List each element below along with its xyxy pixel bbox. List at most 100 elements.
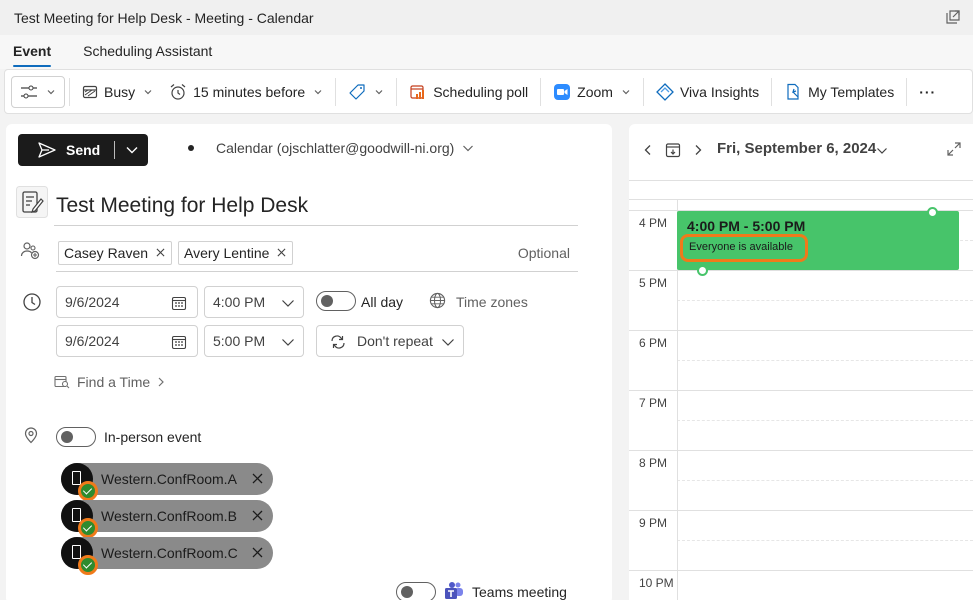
- toolbar-divider: [69, 77, 70, 106]
- globe-icon[interactable]: [429, 292, 446, 309]
- close-icon[interactable]: [252, 473, 263, 484]
- categorize-button[interactable]: [340, 76, 392, 108]
- optional-attendees-link[interactable]: Optional: [518, 245, 570, 261]
- chevron-down-icon: [47, 89, 55, 94]
- alarm-clock-icon: [170, 83, 186, 100]
- calendar-picker[interactable]: Calendar (ojschlatter@goodwill-ni.org): [188, 140, 474, 156]
- repeat-value: Don't repeat: [357, 333, 433, 349]
- location-pin-icon: [24, 427, 38, 444]
- more-options-button[interactable]: ···: [911, 76, 944, 108]
- window-title: Test Meeting for Help Desk - Meeting - C…: [14, 9, 314, 26]
- start-date-field[interactable]: 9/6/2024: [56, 286, 198, 318]
- send-options-button[interactable]: [115, 134, 148, 166]
- room-chip[interactable]: Western.ConfRoom.C: [61, 537, 273, 575]
- busy-button[interactable]: Busy: [74, 76, 161, 108]
- door-icon: [72, 545, 81, 559]
- send-button-group: Send: [18, 134, 148, 166]
- repeat-dropdown[interactable]: Don't repeat: [316, 325, 464, 357]
- availability-status: Everyone is available: [680, 234, 808, 262]
- calendar-icon[interactable]: [171, 295, 187, 311]
- viva-insights-icon: [656, 82, 674, 101]
- ribbon-toolbar: Busy 15 minutes before Scheduling poll Z…: [4, 69, 973, 114]
- start-time-field[interactable]: 4:00 PM: [204, 286, 304, 318]
- scheduling-poll-icon: [410, 84, 425, 99]
- viva-insights-button[interactable]: Viva Insights: [648, 76, 767, 108]
- send-button[interactable]: Send: [18, 134, 114, 166]
- end-date-value: 9/6/2024: [65, 333, 120, 349]
- chevron-left-icon[interactable]: [643, 144, 653, 156]
- chevron-right-icon: [158, 377, 164, 387]
- go-to-today-icon[interactable]: [665, 142, 681, 158]
- title-input[interactable]: Test Meeting for Help Desk: [54, 186, 578, 226]
- toolbar-divider: [396, 77, 398, 106]
- busy-label: Busy: [104, 83, 136, 100]
- toolbar-divider: [335, 77, 337, 106]
- calendar-icon[interactable]: [171, 334, 187, 350]
- my-templates-button[interactable]: My Templates: [776, 76, 902, 108]
- tab-scheduling-assistant[interactable]: Scheduling Assistant: [83, 35, 212, 69]
- chevron-down-icon: [442, 339, 454, 346]
- start-time-value: 4:00 PM: [213, 294, 266, 310]
- scheduling-poll-button[interactable]: Scheduling poll: [401, 76, 536, 108]
- find-a-time-link[interactable]: Find a Time: [54, 374, 165, 390]
- more-icon: ···: [919, 83, 937, 100]
- hour-label: 5 PM: [639, 276, 668, 290]
- calendar-label: Calendar (ojschlatter@goodwill-ni.org): [216, 140, 455, 156]
- attendee-chip[interactable]: Avery Lentine: [178, 240, 294, 265]
- scheduling-poll-label: Scheduling poll: [433, 83, 529, 100]
- close-icon[interactable]: [277, 248, 286, 257]
- all-day-toggle[interactable]: [316, 291, 356, 311]
- calendar-date-picker[interactable]: Fri, September 6, 2024: [717, 140, 876, 157]
- close-icon[interactable]: [252, 510, 263, 521]
- hour-row: 8 PM: [629, 450, 973, 510]
- hour-row: 7 PM: [629, 390, 973, 450]
- chevron-right-icon[interactable]: [693, 144, 703, 156]
- sliders-icon: [21, 85, 37, 98]
- reminder-label: 15 minutes before: [193, 83, 306, 100]
- people-add-icon: [20, 242, 40, 260]
- door-icon: [72, 471, 81, 485]
- door-icon: [72, 508, 81, 522]
- pop-out-icon[interactable]: [945, 9, 961, 25]
- end-time-field[interactable]: 5:00 PM: [204, 325, 304, 357]
- template-icon: [787, 83, 799, 100]
- hour-row: 6 PM: [629, 330, 973, 390]
- toolbar-divider: [771, 77, 773, 106]
- calendar-color-dot: [188, 145, 194, 151]
- calendar-search-icon: [54, 375, 70, 389]
- room-chip[interactable]: Western.ConfRoom.A: [61, 463, 273, 501]
- in-person-toggle[interactable]: [56, 427, 96, 447]
- hour-row: 9 PM: [629, 510, 973, 570]
- expand-icon[interactable]: [947, 142, 961, 156]
- close-icon[interactable]: [252, 547, 263, 558]
- event-resize-handle-top[interactable]: [927, 207, 938, 218]
- time-zones-link[interactable]: Time zones: [456, 294, 528, 310]
- teams-meeting-toggle[interactable]: [396, 582, 436, 600]
- room-chip[interactable]: Western.ConfRoom.B: [61, 500, 273, 538]
- hour-label: 9 PM: [639, 516, 668, 530]
- available-check-icon: [78, 555, 98, 575]
- reminder-button[interactable]: 15 minutes before: [161, 76, 331, 108]
- attendees-input[interactable]: Casey Raven Avery Lentine Optional: [56, 234, 578, 272]
- compose-icon: [16, 186, 48, 218]
- calendar-nav: Fri, September 6, 2024: [629, 138, 973, 160]
- zoom-button[interactable]: Zoom: [545, 76, 639, 108]
- zoom-icon: [554, 83, 571, 100]
- all-day-label: All day: [361, 294, 404, 310]
- hour-row: 10 PM: [629, 570, 973, 600]
- hour-label: 7 PM: [639, 396, 668, 410]
- end-date-field[interactable]: 9/6/2024: [56, 325, 198, 357]
- my-templates-label: My Templates: [808, 83, 895, 100]
- toolbar-divider: [540, 77, 542, 106]
- close-icon[interactable]: [156, 248, 165, 257]
- day-calendar-panel: Fri, September 6, 2024 4 PM 5 PM 6 PM 7 …: [629, 124, 973, 600]
- tab-event[interactable]: Event: [13, 35, 52, 69]
- event-resize-handle-bottom[interactable]: [697, 265, 708, 276]
- calendar-event[interactable]: 4:00 PM - 5:00 PM Everyone is available: [677, 211, 959, 270]
- busy-icon: [82, 85, 98, 98]
- clock-icon: [23, 293, 41, 311]
- options-button[interactable]: [11, 75, 65, 108]
- attendee-chip[interactable]: Casey Raven: [58, 240, 173, 265]
- end-time-value: 5:00 PM: [213, 333, 266, 349]
- viva-insights-label: Viva Insights: [679, 83, 760, 100]
